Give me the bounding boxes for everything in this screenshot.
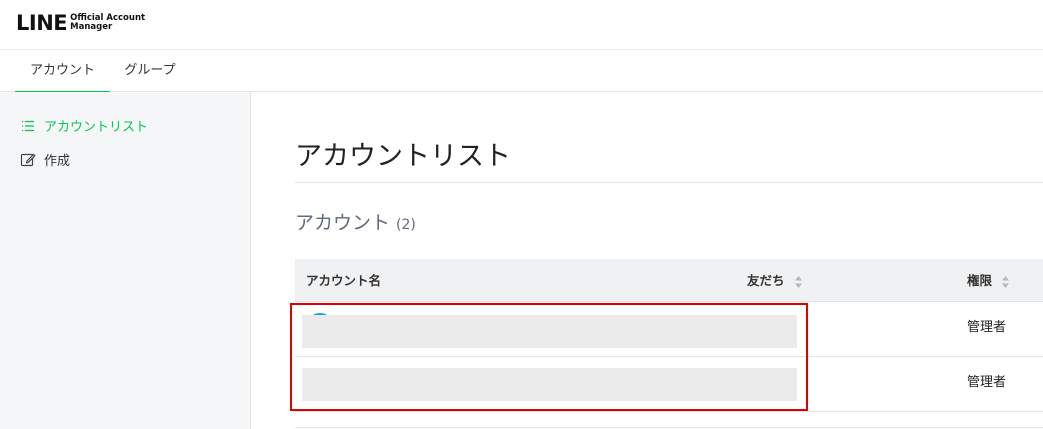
column-header-account-name: アカウント名 xyxy=(306,273,382,288)
title-divider xyxy=(295,182,1043,183)
redacted-account-info xyxy=(302,315,797,348)
redacted-account-info xyxy=(302,368,797,401)
section-title-text: アカウント xyxy=(295,212,391,234)
list-icon xyxy=(22,120,34,131)
sidebar: アカウントリスト 作成 xyxy=(0,92,251,429)
section-title: アカウント (2) xyxy=(295,208,416,235)
sidebar-item-create[interactable]: 作成 xyxy=(20,150,70,169)
tab-group[interactable]: グループ xyxy=(115,50,185,91)
table-row[interactable]: 管理者 xyxy=(295,302,1043,357)
logo-subtitle-line2: Manager xyxy=(70,22,113,32)
column-header-friends[interactable]: 友だち xyxy=(747,259,802,302)
page-title: アカウントリスト xyxy=(295,141,511,172)
sidebar-item-label: 作成 xyxy=(44,154,71,169)
role-cell: 管理者 xyxy=(967,320,1007,335)
account-count: (2) xyxy=(396,217,416,233)
sidebar-item-label: アカウントリスト xyxy=(44,120,149,135)
sort-icon xyxy=(794,275,802,288)
logo-wordmark: LINE xyxy=(16,11,68,35)
column-header-role[interactable]: 権限 xyxy=(967,259,1010,302)
logo-subtitle: Official Account Manager xyxy=(70,14,145,32)
sort-icon xyxy=(1002,275,1010,288)
role-cell: 管理者 xyxy=(967,375,1007,390)
top-header: LINE Official Account Manager xyxy=(0,0,1043,50)
main-content: アカウントリスト アカウント (2) アカウント名 友だち 権限 管理者 管理者 xyxy=(252,92,1043,429)
column-header-label: 権限 xyxy=(967,273,993,288)
table-header: アカウント名 友だち 権限 xyxy=(295,259,1043,302)
tab-account[interactable]: アカウント xyxy=(15,50,110,93)
column-header-label: 友だち xyxy=(747,273,785,288)
table-row[interactable]: 管理者 xyxy=(295,357,1043,412)
main-tabs: アカウント グループ xyxy=(0,50,1043,93)
table-bottom-divider xyxy=(295,427,1043,428)
sidebar-item-account-list[interactable]: アカウントリスト xyxy=(20,116,148,135)
line-oa-manager-logo[interactable]: LINE Official Account Manager xyxy=(16,12,145,34)
edit-icon xyxy=(20,153,36,166)
